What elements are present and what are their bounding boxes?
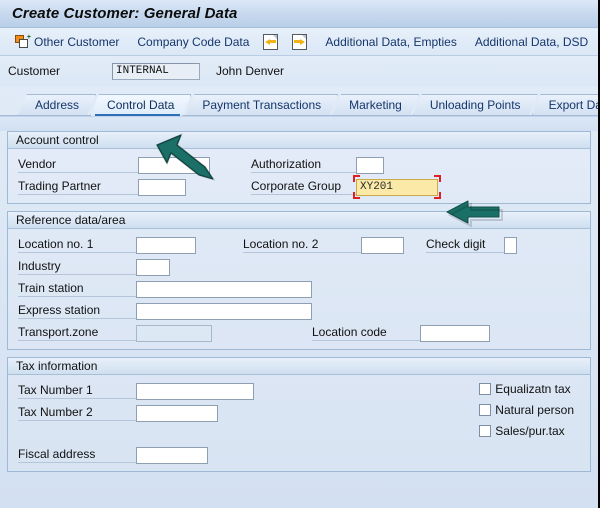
input-transport-zone bbox=[136, 325, 212, 342]
checkbox-natural-person[interactable]: Natural person bbox=[479, 399, 574, 420]
tab-export-data[interactable]: Export Da bbox=[532, 94, 598, 116]
window-title-bar: Create Customer: General Data bbox=[0, 0, 598, 28]
tab-strip-underline bbox=[0, 115, 598, 116]
input-industry[interactable] bbox=[136, 259, 170, 276]
input-trading-partner[interactable] bbox=[138, 179, 186, 196]
tab-payment-transactions-label: Payment Transactions bbox=[202, 98, 321, 112]
label-industry: Industry bbox=[18, 259, 136, 275]
customer-header-row: Customer INTERNAL John Denver bbox=[0, 56, 598, 86]
input-fiscal-address[interactable] bbox=[136, 447, 208, 464]
input-location-no-1[interactable] bbox=[136, 237, 196, 254]
group-account-control: Account control Vendor Authorization Tra… bbox=[7, 131, 591, 204]
tab-marketing[interactable]: Marketing bbox=[332, 94, 419, 116]
sap-screen: Create Customer: General Data + Other Cu… bbox=[0, 0, 600, 508]
tab-strip: Address Control Data Payment Transaction… bbox=[0, 92, 598, 116]
copy-customer-icon: + bbox=[15, 35, 30, 49]
tab-unloading-points[interactable]: Unloading Points bbox=[413, 94, 538, 116]
label-express-station: Express station bbox=[18, 303, 136, 319]
group-tax-information: Tax information Equalizatn tax Natural p… bbox=[7, 357, 591, 472]
tab-address[interactable]: Address bbox=[18, 94, 96, 116]
checkbox-equalization-tax[interactable]: Equalizatn tax bbox=[479, 378, 574, 399]
label-tax-number-1: Tax Number 1 bbox=[18, 383, 136, 399]
tab-marketing-label: Marketing bbox=[349, 98, 402, 112]
input-vendor[interactable] bbox=[138, 157, 210, 174]
input-tax-number-2[interactable] bbox=[136, 405, 218, 422]
checkbox-sales-pur-tax[interactable]: Sales/pur.tax bbox=[479, 420, 574, 441]
checkbox-natural-person-box-icon[interactable] bbox=[479, 404, 491, 416]
tax-checkbox-column: Equalizatn tax Natural person Sales/pur.… bbox=[479, 378, 574, 441]
toolbar-additional-data-dsd-label: Additional Data, DSD bbox=[475, 35, 588, 49]
row-train-station: Train station bbox=[8, 278, 590, 300]
row-trading-partner-corporate-group: Trading Partner Corporate Group XY201 bbox=[8, 176, 590, 198]
label-train-station: Train station bbox=[18, 281, 136, 297]
input-tax-number-1[interactable] bbox=[136, 383, 254, 400]
checkbox-sales-pur-tax-label: Sales/pur.tax bbox=[495, 424, 564, 438]
input-authorization[interactable] bbox=[356, 157, 384, 174]
group-tax-information-title: Tax information bbox=[8, 358, 590, 375]
group-reference-data-title: Reference data/area bbox=[8, 212, 590, 229]
tab-control-data-label: Control Data bbox=[107, 98, 174, 112]
label-location-no-1: Location no. 1 bbox=[18, 237, 136, 253]
label-check-digit: Check digit bbox=[426, 237, 504, 253]
label-tax-number-2: Tax Number 2 bbox=[18, 405, 136, 421]
focus-corner-bottom-right-icon bbox=[434, 192, 441, 199]
focus-corner-top-left-icon bbox=[353, 175, 360, 182]
label-trading-partner: Trading Partner bbox=[18, 179, 138, 195]
tab-control-data[interactable]: Control Data bbox=[90, 94, 191, 116]
row-transport-zone: Transport.zone Location code bbox=[8, 322, 590, 344]
input-corporate-group[interactable]: XY201 bbox=[356, 179, 438, 196]
customer-name-text: John Denver bbox=[216, 64, 284, 78]
label-location-code: Location code bbox=[312, 325, 420, 341]
row-fiscal-address: Fiscal address bbox=[8, 444, 590, 466]
tab-unloading-points-label: Unloading Points bbox=[430, 98, 521, 112]
corporate-group-focus-wrapper: XY201 bbox=[356, 178, 438, 196]
checkbox-equalization-tax-label: Equalizatn tax bbox=[495, 382, 570, 396]
checkbox-natural-person-label: Natural person bbox=[495, 403, 574, 417]
label-corporate-group: Corporate Group bbox=[251, 179, 356, 195]
row-location-numbers: Location no. 1 Location no. 2 Check digi… bbox=[8, 234, 590, 256]
toolbar-other-customer-button[interactable]: + Other Customer bbox=[8, 31, 126, 53]
checkbox-sales-pur-tax-box-icon[interactable] bbox=[479, 425, 491, 437]
group-reference-data: Reference data/area Location no. 1 Locat… bbox=[7, 211, 591, 350]
row-vendor-authorization: Vendor Authorization bbox=[8, 154, 590, 176]
group-account-control-title: Account control bbox=[8, 132, 590, 149]
row-industry: Industry bbox=[8, 256, 590, 278]
toolbar-other-customer-label: Other Customer bbox=[34, 35, 119, 49]
page-back-icon bbox=[263, 34, 278, 50]
checkbox-equalization-tax-box-icon[interactable] bbox=[479, 383, 491, 395]
customer-label: Customer bbox=[8, 64, 112, 78]
input-train-station[interactable] bbox=[136, 281, 312, 298]
toolbar-additional-data-empties-button[interactable]: Additional Data, Empties bbox=[314, 31, 463, 53]
input-check-digit[interactable] bbox=[504, 237, 517, 254]
toolbar-additional-data-empties-label: Additional Data, Empties bbox=[325, 35, 456, 49]
label-authorization: Authorization bbox=[251, 157, 356, 173]
tab-content-top-bar bbox=[0, 116, 598, 131]
toolbar-company-code-data-label: Company Code Data bbox=[137, 35, 249, 49]
toolbar-additional-data-dsd-button[interactable]: Additional Data, DSD bbox=[464, 31, 595, 53]
customer-number-field[interactable]: INTERNAL bbox=[112, 63, 200, 80]
form-content: Account control Vendor Authorization Tra… bbox=[0, 131, 598, 472]
input-express-station[interactable] bbox=[136, 303, 312, 320]
tab-payment-transactions[interactable]: Payment Transactions bbox=[185, 94, 338, 116]
toolbar-previous-button[interactable] bbox=[256, 31, 285, 53]
toolbar-company-code-data-button[interactable]: Company Code Data bbox=[126, 31, 256, 53]
tab-export-data-label: Export Da bbox=[549, 98, 598, 112]
input-location-code[interactable] bbox=[420, 325, 490, 342]
label-location-no-2: Location no. 2 bbox=[243, 237, 361, 253]
label-vendor: Vendor bbox=[18, 157, 138, 173]
toolbar-next-button[interactable] bbox=[285, 31, 314, 53]
page-forward-icon bbox=[292, 34, 307, 50]
label-fiscal-address: Fiscal address bbox=[18, 447, 136, 463]
application-toolbar: + Other Customer Company Code Data Addit… bbox=[0, 28, 598, 56]
input-location-no-2[interactable] bbox=[361, 237, 404, 254]
row-express-station: Express station bbox=[8, 300, 590, 322]
focus-corner-bottom-left-icon bbox=[353, 192, 360, 199]
label-transport-zone: Transport.zone bbox=[18, 325, 136, 341]
focus-corner-top-right-icon bbox=[434, 175, 441, 182]
tab-address-label: Address bbox=[35, 98, 79, 112]
page-title: Create Customer: General Data bbox=[12, 5, 237, 22]
